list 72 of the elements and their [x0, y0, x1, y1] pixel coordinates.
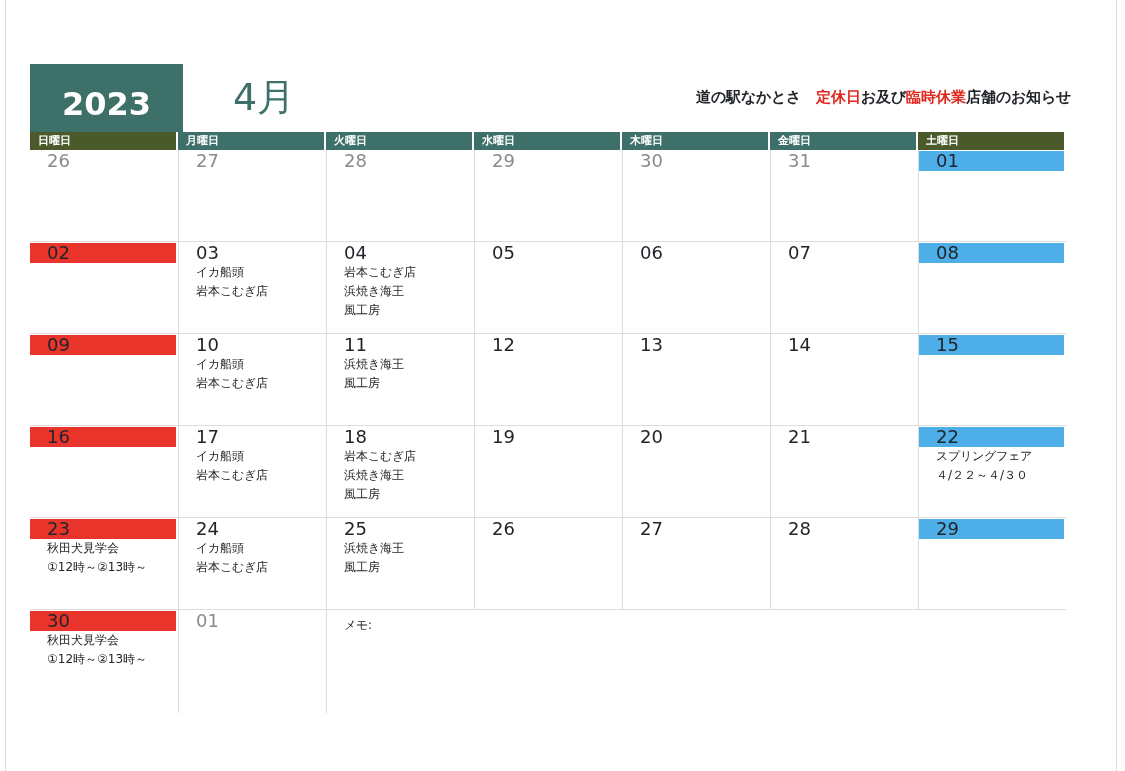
day-number: 21 — [787, 427, 812, 447]
day-number: 17 — [195, 427, 220, 447]
event-text: 岩本こむぎ店 — [195, 375, 269, 392]
day-number: 19 — [491, 427, 516, 447]
day-number: 09 — [30, 335, 176, 355]
day-number: 04 — [343, 243, 368, 263]
event-text: 岩本こむぎ店 — [343, 448, 417, 465]
event-text: 浜焼き海王 — [343, 356, 405, 373]
weekday-header: 木曜日 — [622, 132, 768, 150]
day-number: 07 — [787, 243, 812, 263]
day-number: 23 — [30, 519, 176, 539]
event-text: 岩本こむぎ店 — [343, 264, 417, 281]
weekday-header: 水曜日 — [474, 132, 620, 150]
day-number: 14 — [787, 335, 812, 355]
month-label: 4月 — [233, 78, 296, 121]
day-number: 10 — [195, 335, 220, 355]
weekday-header: 月曜日 — [178, 132, 324, 150]
day-number: 01 — [919, 151, 1064, 171]
weekday-header: 日曜日 — [30, 132, 176, 150]
event-text: 岩本こむぎ店 — [195, 283, 269, 300]
day-number: 31 — [787, 151, 812, 171]
weekday-header: 火曜日 — [326, 132, 472, 150]
day-number: 18 — [343, 427, 368, 447]
day-number: 27 — [195, 151, 220, 171]
day-number: 27 — [639, 519, 664, 539]
day-number: 05 — [491, 243, 516, 263]
day-number: 28 — [343, 151, 368, 171]
event-text: 風工房 — [343, 302, 381, 319]
day-number: 26 — [46, 151, 71, 171]
event-text: 風工房 — [343, 375, 381, 392]
weekday-header: 金曜日 — [770, 132, 916, 150]
notice-title: 道の駅なかとさ 定休日お及び臨時休業店舗のお知らせ — [696, 87, 1071, 108]
event-text: ①12時～②13時～ — [46, 651, 149, 668]
event-text: 岩本こむぎ店 — [195, 467, 269, 484]
memo-label: メモ: — [344, 618, 373, 632]
event-text: ４/２２～４/３０ — [935, 467, 1030, 484]
day-number: 30 — [30, 611, 176, 631]
day-number: 12 — [491, 335, 516, 355]
day-number: 13 — [639, 335, 664, 355]
day-number: 22 — [919, 427, 1064, 447]
day-number: 29 — [491, 151, 516, 171]
day-number: 28 — [787, 519, 812, 539]
event-text: 浜焼き海王 — [343, 540, 405, 557]
day-number: 15 — [919, 335, 1064, 355]
event-text: イカ船頭 — [195, 540, 245, 557]
day-number: 26 — [491, 519, 516, 539]
event-text: 風工房 — [343, 559, 381, 576]
event-text: ①12時～②13時～ — [46, 559, 149, 576]
event-text: 浜焼き海王 — [343, 467, 405, 484]
day-number: 24 — [195, 519, 220, 539]
day-number: 01 — [195, 611, 220, 631]
event-text: イカ船頭 — [195, 448, 245, 465]
day-number: 08 — [919, 243, 1064, 263]
event-text: 風工房 — [343, 486, 381, 503]
event-text: イカ船頭 — [195, 264, 245, 281]
day-number: 02 — [30, 243, 176, 263]
event-text: スプリングフェア — [935, 448, 1033, 465]
day-number: 06 — [639, 243, 664, 263]
year-label: 2023 — [30, 64, 183, 132]
day-number: 25 — [343, 519, 368, 539]
weekday-header: 土曜日 — [918, 132, 1064, 150]
event-text: 秋田犬見学会 — [46, 632, 120, 649]
event-text: イカ船頭 — [195, 356, 245, 373]
day-number: 29 — [919, 519, 1064, 539]
day-number: 11 — [343, 335, 368, 355]
day-number: 16 — [30, 427, 176, 447]
event-text: 岩本こむぎ店 — [195, 559, 269, 576]
day-number: 30 — [639, 151, 664, 171]
day-number: 03 — [195, 243, 220, 263]
day-number: 20 — [639, 427, 664, 447]
event-text: 秋田犬見学会 — [46, 540, 120, 557]
event-text: 浜焼き海王 — [343, 283, 405, 300]
